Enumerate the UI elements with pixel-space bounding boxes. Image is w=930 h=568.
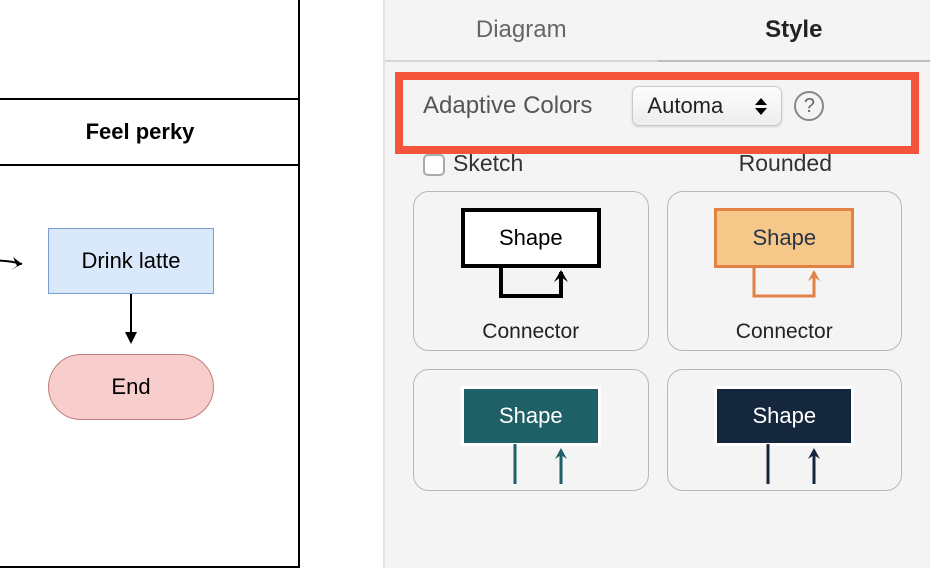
process-node[interactable]: Drink latte — [48, 228, 214, 294]
swatch-connector-icon — [678, 444, 892, 484]
swimlane-table[interactable]: Feel perky Drink latte End — [0, 0, 300, 568]
style-swatch-2[interactable]: Shape Connector — [667, 191, 903, 351]
swatch-connector-icon — [424, 266, 638, 318]
diagram-canvas[interactable]: Feel perky Drink latte End — [0, 0, 385, 568]
lane-header[interactable]: Feel perky — [0, 100, 298, 164]
properties-panel: Diagram Style Adaptive Colors Automa ? S… — [385, 0, 930, 568]
style-swatch-4[interactable]: Shape — [667, 369, 903, 491]
style-swatch-grid: Shape Connector Shape Connector Shape — [385, 191, 930, 491]
adaptive-colors-select[interactable]: Automa — [632, 86, 782, 126]
adaptive-colors-value: Automa — [647, 93, 755, 119]
swatch-shape-label: Shape — [714, 208, 854, 268]
end-node[interactable]: End — [48, 354, 214, 420]
swatch-connector-label: Connector — [482, 320, 579, 344]
sketch-option[interactable]: Sketch — [423, 150, 523, 177]
style-swatch-1[interactable]: Shape Connector — [413, 191, 649, 351]
style-swatch-3[interactable]: Shape — [413, 369, 649, 491]
rounded-option[interactable]: Rounded — [739, 150, 832, 177]
select-arrows-icon — [755, 98, 771, 115]
panel-tabs: Diagram Style — [385, 0, 930, 62]
tab-diagram[interactable]: Diagram — [385, 0, 658, 62]
connector-down[interactable] — [130, 294, 132, 342]
swatch-connector-label: Connector — [736, 320, 833, 344]
swatch-connector-icon — [424, 444, 638, 484]
style-options-row: Sketch Rounded — [385, 150, 930, 191]
swatch-shape-label: Shape — [461, 208, 601, 268]
swatch-shape-label: Shape — [714, 386, 854, 446]
tab-style[interactable]: Style — [658, 0, 930, 62]
swatch-shape-label: Shape — [461, 386, 601, 446]
incoming-connector[interactable] — [0, 252, 32, 282]
sketch-checkbox[interactable] — [423, 154, 445, 176]
swatch-connector-icon — [678, 266, 892, 318]
